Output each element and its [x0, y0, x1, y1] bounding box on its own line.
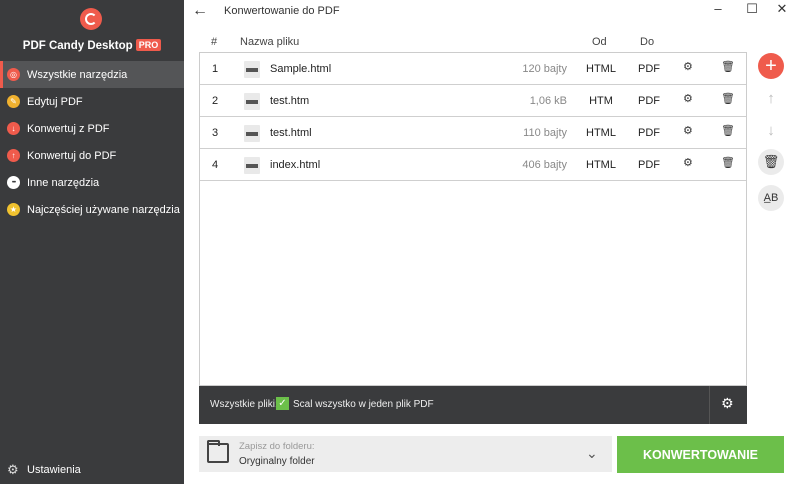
app-name-text: PDF Candy Desktop: [22, 40, 133, 52]
settings-button[interactable]: ⚙ Ustawienia: [0, 459, 184, 481]
file-table: 1 Sample.html 120 bajty HTML PDF ⚙ 🗑 2 t…: [199, 52, 747, 386]
close-icon[interactable]: ✕: [774, 1, 790, 17]
merge-checkbox[interactable]: ✓: [276, 397, 289, 410]
save-folder-select[interactable]: Zapisz do folderu: Oryginalny folder ⌄: [199, 436, 612, 472]
app-logo-icon: [80, 8, 102, 30]
file-name: Sample.html: [270, 63, 332, 75]
sidebar-item-label: Inne narzędzia: [27, 176, 100, 189]
file-size: 406 bajty: [522, 159, 567, 171]
arrow-up-icon: ↑: [767, 89, 775, 107]
pencil-icon: ✎: [7, 95, 20, 108]
save-folder-label: Zapisz do folderu:: [239, 441, 315, 452]
html-file-icon: [244, 93, 260, 110]
file-name: index.html: [270, 159, 321, 171]
sidebar-item-label: Edytuj PDF: [27, 95, 83, 108]
row-settings-gear-icon[interactable]: ⚙: [683, 92, 693, 105]
sidebar-item-edit-pdf[interactable]: ✎ Edytuj PDF: [0, 88, 184, 115]
row-delete-trash-icon[interactable]: 🗑: [721, 92, 735, 105]
column-header-number: #: [211, 36, 218, 48]
row-delete-trash-icon[interactable]: 🗑: [721, 60, 735, 73]
column-header-to: Do: [640, 36, 655, 48]
file-name: test.htm: [270, 95, 310, 107]
sidebar-item-convert-from-pdf[interactable]: ↓ Konwertuj z PDF: [0, 115, 184, 142]
arrow-down-icon: ↓: [7, 122, 20, 135]
maximize-icon[interactable]: ☐: [744, 1, 760, 17]
arrow-down-icon: ↓: [767, 121, 775, 139]
format-to: PDF: [638, 95, 660, 107]
sidebar-item-label: Najczęściej używane narzędzia: [27, 203, 180, 216]
table-row[interactable]: 1 Sample.html 120 bajty HTML PDF ⚙ 🗑: [200, 53, 746, 85]
row-number: 1: [212, 63, 219, 75]
back-arrow-icon[interactable]: ←: [192, 2, 208, 20]
row-number: 4: [212, 159, 219, 171]
row-settings-gear-icon[interactable]: ⚙: [683, 156, 693, 169]
page-title: Konwertowanie do PDF: [224, 5, 340, 17]
file-size: 1,06 kB: [529, 95, 567, 107]
sidebar-item-convert-to-pdf[interactable]: ↑ Konwertuj do PDF: [0, 142, 184, 169]
file-size: 120 bajty: [522, 63, 567, 75]
format-to: PDF: [638, 63, 660, 75]
table-row[interactable]: 3 test.html 110 bajty HTML PDF ⚙ 🗑: [200, 117, 746, 149]
global-settings-gear-icon[interactable]: ⚙: [721, 395, 734, 412]
row-delete-trash-icon[interactable]: 🗑: [721, 124, 735, 137]
sidebar-item-label: Konwertuj z PDF: [27, 122, 110, 135]
gear-icon: ⚙: [7, 462, 19, 477]
row-settings-gear-icon[interactable]: ⚙: [683, 124, 693, 137]
divider: [709, 386, 710, 424]
html-file-icon: [244, 157, 260, 174]
add-file-button[interactable]: +: [758, 53, 784, 79]
format-from: HTML: [586, 127, 616, 139]
all-files-label: Wszystkie pliki:: [210, 399, 278, 410]
table-row[interactable]: 4 index.html 406 bajty HTML PDF ⚙ 🗑: [200, 149, 746, 181]
convert-button[interactable]: KONWERTOWANIE: [617, 436, 784, 473]
sort-ab-icon: A̲B: [763, 192, 779, 204]
sort-alphabetically-button[interactable]: A̲B: [758, 185, 784, 211]
more-icon: •••: [7, 176, 20, 189]
file-name: test.html: [270, 127, 312, 139]
sidebar-item-label: Konwertuj do PDF: [27, 149, 117, 162]
sidebar-item-other-tools[interactable]: ••• Inne narzędzia: [0, 169, 184, 196]
row-settings-gear-icon[interactable]: ⚙: [683, 60, 693, 73]
sidebar-item-most-used-tools[interactable]: ★ Najczęściej używane narzędzia: [0, 196, 184, 223]
format-to: PDF: [638, 159, 660, 171]
column-header-from: Od: [592, 36, 607, 48]
merge-options-bar: Wszystkie pliki: ✓ Scal wszystko w jeden…: [199, 386, 747, 424]
sidebar: PDF Candy Desktop PRO ◎ Wszystkie narzędz…: [0, 0, 184, 484]
sidebar-nav: ◎ Wszystkie narzędzia ✎ Edytuj PDF ↓ Kon…: [0, 61, 184, 223]
folder-icon: [207, 440, 229, 463]
format-from: HTML: [586, 159, 616, 171]
row-number: 3: [212, 127, 219, 139]
sidebar-item-label: Wszystkie narzędzia: [27, 68, 128, 81]
delete-all-button[interactable]: 🗑: [758, 149, 784, 175]
move-up-button[interactable]: ↑: [758, 85, 784, 111]
chevron-down-icon: ⌄: [586, 445, 598, 461]
column-header-file-name: Nazwa pliku: [240, 36, 300, 48]
format-from: HTML: [586, 63, 616, 75]
app-name: PDF Candy Desktop PRO: [0, 39, 184, 52]
plus-icon: +: [765, 55, 777, 77]
file-size: 110 bajty: [523, 127, 567, 139]
target-icon: ◎: [7, 68, 20, 81]
arrow-up-icon: ↑: [7, 149, 20, 162]
move-down-button[interactable]: ↓: [758, 117, 784, 143]
merge-label[interactable]: Scal wszystko w jeden plik PDF: [293, 399, 434, 410]
format-to: PDF: [638, 127, 660, 139]
star-icon: ★: [7, 203, 20, 216]
table-row[interactable]: 2 test.htm 1,06 kB HTM PDF ⚙ 🗑: [200, 85, 746, 117]
html-file-icon: [244, 125, 260, 142]
html-file-icon: [244, 61, 260, 78]
minimize-icon[interactable]: –: [710, 1, 726, 16]
save-folder-value: Oryginalny folder: [239, 456, 315, 467]
row-delete-trash-icon[interactable]: 🗑: [721, 156, 735, 169]
format-from: HTM: [589, 95, 613, 107]
row-number: 2: [212, 95, 219, 107]
pro-badge: PRO: [135, 39, 162, 51]
trash-icon: 🗑: [762, 154, 780, 169]
sidebar-item-all-tools[interactable]: ◎ Wszystkie narzędzia: [0, 61, 184, 88]
settings-label: Ustawienia: [27, 464, 81, 476]
